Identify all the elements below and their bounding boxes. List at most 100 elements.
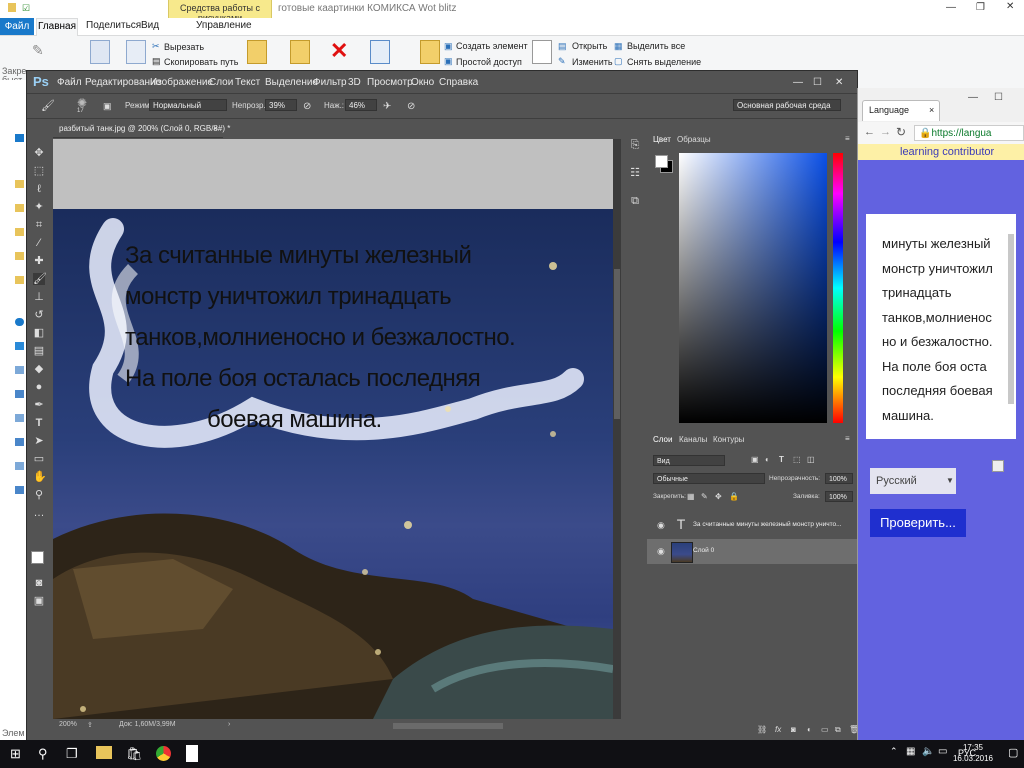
document-tab[interactable]: разбитый танк.jpg @ 200% (Слой 0, RGB/8#… (53, 121, 230, 138)
properties-panel-icon[interactable]: ⧉ (629, 195, 641, 207)
adjustment-layer-icon[interactable]: ◐ (807, 725, 812, 734)
tab-manage[interactable]: Управление (196, 20, 252, 31)
menu-image[interactable]: Изображение (150, 77, 213, 88)
stamp-tool-icon[interactable]: ⊥ (33, 291, 45, 303)
this-pc-icon[interactable] (15, 342, 24, 350)
horizontal-scrollbar[interactable] (393, 723, 503, 729)
document-close-icon[interactable]: × (213, 124, 218, 133)
menu-window[interactable]: Окно (411, 77, 434, 88)
panel-menu-icon[interactable]: ≡ (845, 134, 850, 143)
mode-select[interactable]: Нормальный (149, 99, 227, 111)
lasso-tool-icon[interactable]: ℓ (33, 183, 45, 195)
language-select[interactable]: Русский ▼ (870, 468, 956, 494)
select-all-button[interactable]: Выделить все (627, 41, 685, 51)
tab-swatches[interactable]: Образцы (677, 135, 711, 144)
address-bar[interactable]: 🔒https://langua (914, 125, 1024, 141)
path-select-tool-icon[interactable]: ➤ (33, 435, 45, 447)
chevron-up-icon[interactable]: ⌃ (890, 746, 898, 757)
cut-button[interactable]: Вырезать (164, 42, 204, 52)
folder-icon[interactable] (15, 366, 24, 374)
forward-icon[interactable]: → (880, 126, 891, 138)
folder-icon[interactable] (15, 228, 24, 236)
close-icon[interactable]: ✕ (1006, 1, 1014, 12)
easy-access-button[interactable]: Простой доступ (456, 57, 522, 67)
eyedropper-tool-icon[interactable]: ⁄ (33, 237, 45, 249)
tab-layers[interactable]: Слои (653, 435, 672, 444)
explorer-taskbar-icon[interactable] (96, 746, 112, 759)
deselect-button[interactable]: Снять выделение (627, 57, 701, 67)
browser-minimize-icon[interactable]: — (968, 92, 978, 103)
check-icon[interactable]: ☑ (22, 3, 30, 14)
airbrush-icon[interactable]: ✈ (383, 101, 391, 112)
pin-icon[interactable]: ✎ (32, 42, 44, 59)
pressure-input[interactable]: 46% (345, 99, 377, 111)
volume-icon[interactable]: 🔈 (922, 746, 934, 757)
folder-icon[interactable] (15, 204, 24, 212)
visibility-eye-icon[interactable]: ◉ (657, 546, 665, 557)
battery-icon[interactable]: ▭ (938, 746, 947, 757)
network-icon[interactable]: ▦ (906, 746, 915, 757)
export-icon[interactable]: ⇪ (87, 721, 93, 729)
tab-view[interactable]: Вид (141, 20, 159, 31)
delete-icon[interactable]: ✕ (330, 38, 348, 64)
gradient-tool-icon[interactable]: ▤ (33, 345, 45, 357)
menu-help[interactable]: Справка (439, 77, 478, 88)
rename-icon[interactable] (370, 40, 390, 64)
menu-select[interactable]: Выделение (265, 77, 318, 88)
adjustments-panel-icon[interactable]: ☷ (629, 167, 641, 179)
layer-style-icon[interactable]: fx (775, 725, 781, 734)
quick-mask-icon[interactable]: ◙ (33, 577, 45, 589)
filter-adjust-icon[interactable]: ◐ (765, 455, 770, 464)
tab-file[interactable]: Файл (0, 18, 34, 35)
magic-wand-tool-icon[interactable]: ✦ (33, 201, 45, 213)
history-panel-icon[interactable]: ⎘ (629, 139, 641, 151)
copy-to-icon[interactable] (290, 40, 310, 64)
copy-icon[interactable] (90, 40, 110, 64)
new-folder-icon[interactable] (420, 40, 440, 64)
ps-maximize-icon[interactable]: ☐ (813, 77, 822, 88)
menu-type[interactable]: Текст (235, 77, 260, 88)
panel-menu-icon[interactable]: ≡ (845, 434, 850, 443)
visibility-eye-icon[interactable]: ◉ (657, 520, 665, 531)
chrome-icon[interactable] (156, 746, 171, 761)
menu-filter[interactable]: Фильтр (313, 77, 347, 88)
edit-button[interactable]: Изменить (572, 57, 613, 67)
menu-3d[interactable]: 3D (348, 77, 361, 88)
healing-tool-icon[interactable]: ✚ (33, 255, 45, 267)
tab-share[interactable]: Поделиться (86, 20, 141, 31)
card-scrollbar[interactable] (1008, 234, 1014, 404)
maximize-icon[interactable]: ❐ (976, 2, 985, 13)
layer-row-image[interactable]: ◉ Слой 0 (647, 539, 869, 564)
type-tool-icon[interactable]: T (33, 417, 45, 429)
folder-icon[interactable] (15, 276, 24, 284)
pressure-size-icon[interactable]: ⊘ (407, 101, 415, 112)
copy-path-button[interactable]: Скопировать путь (164, 57, 238, 67)
new-group-icon[interactable]: ▭ (821, 725, 829, 734)
layer-fill-input[interactable]: 100% (825, 491, 853, 502)
lock-transparent-icon[interactable]: ▦ (687, 492, 695, 501)
foreground-color-swatch[interactable] (655, 155, 668, 168)
layer-opacity-input[interactable]: 100% (825, 473, 853, 484)
workspace-select[interactable]: Основная рабочая среда (733, 99, 841, 111)
ps-close-icon[interactable]: ✕ (835, 77, 843, 88)
pressure-opacity-icon[interactable]: ⊘ (303, 101, 311, 112)
opacity-input[interactable]: 39% (265, 99, 297, 111)
tab-channels[interactable]: Каналы (679, 435, 707, 444)
add-mask-icon[interactable]: ◙ (791, 725, 796, 734)
card-text[interactable]: минуты железный монстр уничтожил тринадц… (882, 232, 1007, 428)
check-button[interactable]: Проверить... (870, 509, 966, 537)
lock-pixels-icon[interactable]: ✎ (701, 492, 708, 501)
filter-pixel-icon[interactable]: ▣ (751, 455, 759, 464)
downloads-icon[interactable] (15, 390, 24, 398)
history-brush-tool-icon[interactable]: ↺ (33, 309, 45, 321)
color-picker-field[interactable] (679, 153, 827, 423)
zoom-tool-icon[interactable]: ⚲ (33, 489, 45, 501)
properties-icon[interactable] (532, 40, 552, 64)
folder-icon[interactable] (15, 252, 24, 260)
notepad-icon[interactable] (186, 745, 198, 762)
folder-icon[interactable] (15, 180, 24, 188)
clock[interactable]: 17:35 16.03.2016 (948, 742, 998, 764)
music-icon[interactable] (15, 438, 24, 446)
open-button[interactable]: Открыть (572, 41, 607, 51)
blend-mode-select[interactable]: Обычные (653, 473, 765, 484)
